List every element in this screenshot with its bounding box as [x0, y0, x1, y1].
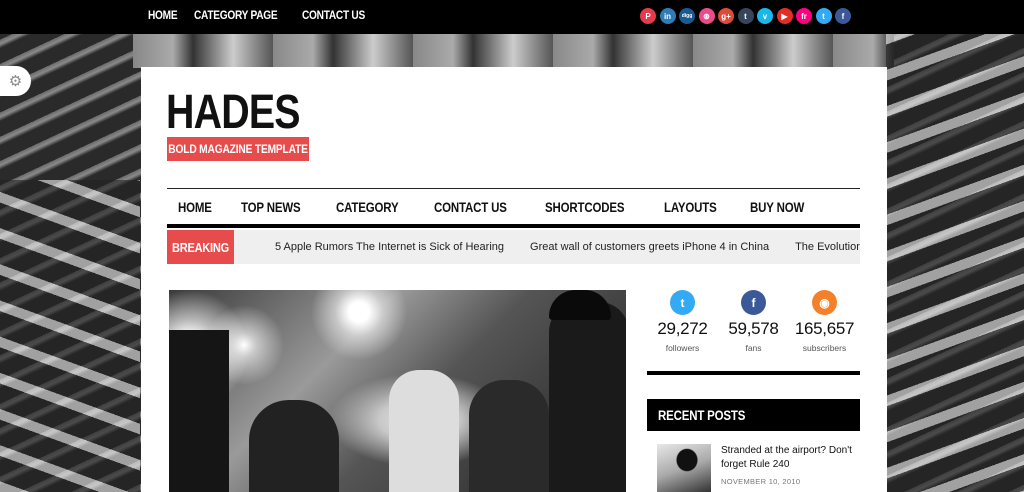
stat-label: subscribers: [802, 343, 847, 353]
pinterest-icon[interactable]: P: [640, 8, 656, 24]
recent-posts-heading: RECENT POSTS: [647, 399, 860, 431]
nav-shortcodes[interactable]: SHORTCODES: [545, 199, 625, 215]
twitter-icon[interactable]: t: [815, 8, 832, 24]
linkedin-icon[interactable]: in: [659, 8, 676, 24]
vimeo-icon[interactable]: v: [757, 8, 773, 24]
main-nav: HOME TOP NEWS CATEGORY CONTACT US SHORTC…: [167, 188, 860, 228]
top-nav-home[interactable]: HOME: [148, 10, 178, 22]
settings-gear-icon[interactable]: ⚙: [0, 66, 31, 96]
breaking-news-bar: BREAKING 5 Apple Rumors The Internet is …: [167, 230, 860, 264]
top-bar: HOME CATEGORY PAGE CONTACT US Pin digg ⊛ g+…: [0, 0, 1024, 34]
facebook-icon: f: [741, 290, 766, 315]
background-right-stairs: [886, 34, 1024, 492]
hero-figure: [469, 380, 549, 492]
ticker-item[interactable]: Great wall of customers greets iPhone 4 …: [530, 241, 769, 253]
background-left-stairs: [0, 180, 140, 492]
nav-contact-us[interactable]: CONTACT US: [434, 199, 507, 215]
stat-facebook[interactable]: f 59,578 fans: [718, 288, 789, 371]
ticker-item[interactable]: 5 Apple Rumors The Internet is Sick of H…: [275, 241, 504, 253]
top-nav-contact-us[interactable]: CONTACT US: [302, 10, 365, 22]
dribbble-icon[interactable]: ⊛: [698, 8, 715, 24]
stat-count: 165,657: [794, 319, 855, 338]
rss-icon: ◉: [812, 290, 837, 315]
stat-label: fans: [745, 343, 762, 353]
digg-icon[interactable]: digg: [679, 8, 695, 24]
google-plus-icon[interactable]: g+: [718, 8, 734, 24]
stat-count: 59,578: [728, 319, 779, 338]
nav-layouts[interactable]: LAYOUTS: [664, 199, 717, 215]
post-thumbnail[interactable]: [657, 444, 711, 492]
post-title[interactable]: Stranded at the airport? Don't forget Ru…: [721, 444, 857, 472]
top-nav: HOME CATEGORY PAGE CONTACT US: [148, 10, 374, 22]
nav-top-news[interactable]: TOP NEWS: [241, 199, 301, 215]
main-panel: HADES BOLD MAGAZINE TEMPLATE HOME TOP NE…: [141, 67, 887, 492]
stat-twitter[interactable]: t 29,272 followers: [647, 288, 718, 371]
stat-label: followers: [665, 343, 700, 353]
nav-category[interactable]: CATEGORY: [336, 199, 399, 215]
post-date: NOVEMBER 10, 2010: [721, 477, 801, 486]
nav-buy-now[interactable]: BUY NOW: [750, 199, 804, 215]
hero-figure: [549, 302, 626, 492]
youtube-icon[interactable]: ▶: [776, 8, 793, 24]
site-tagline: BOLD MAGAZINE TEMPLATE: [167, 137, 309, 161]
twitter-icon: t: [670, 290, 695, 315]
breaking-ticker: 5 Apple Rumors The Internet is Sick of H…: [234, 241, 860, 253]
tumblr-icon[interactable]: t: [737, 8, 754, 24]
site-logo[interactable]: HADES: [166, 89, 301, 137]
background-photo-strip: [133, 34, 894, 68]
nav-home[interactable]: HOME: [178, 199, 212, 215]
social-icons: Pin digg ⊛ g+ t v ▶ fr t f: [640, 8, 851, 24]
hero-figure: [169, 330, 229, 492]
hero-hat: [549, 290, 611, 320]
ticker-item[interactable]: The Evolution of the A: [795, 241, 860, 253]
stat-rss[interactable]: ◉ 165,657 subscribers: [789, 288, 860, 371]
breaking-label: BREAKING: [167, 230, 234, 264]
hero-figure: [389, 370, 459, 492]
featured-image[interactable]: [169, 290, 626, 492]
top-nav-category-page[interactable]: CATEGORY PAGE: [194, 10, 278, 22]
stat-count: 29,272: [657, 319, 708, 338]
facebook-icon[interactable]: f: [835, 8, 851, 24]
flickr-icon[interactable]: fr: [796, 8, 812, 24]
social-stats: t 29,272 followers f 59,578 fans ◉ 165,6…: [647, 288, 860, 375]
hero-figure: [249, 400, 339, 492]
recent-post-item[interactable]: Stranded at the airport? Don't forget Ru…: [657, 444, 857, 492]
